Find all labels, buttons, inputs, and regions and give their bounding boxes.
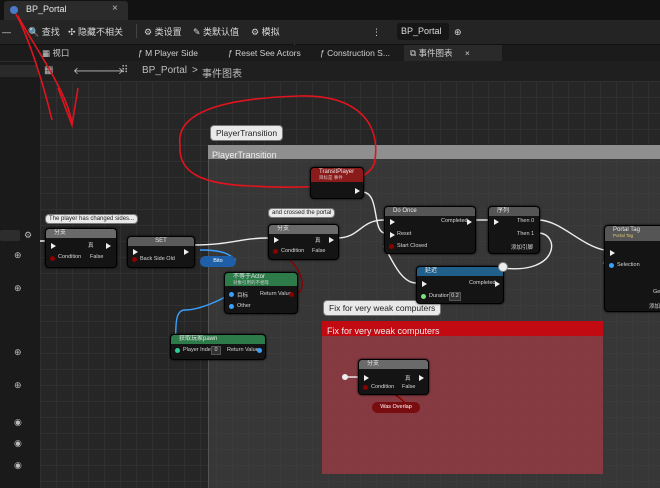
node-title: Do Once [385,207,475,216]
exec-in-pin[interactable] [133,249,138,255]
float-pin[interactable] [421,294,426,299]
pin-label: 真 [405,376,411,382]
node-title: SET [128,237,194,246]
add-pin-button[interactable]: 添加 [649,302,660,310]
node-comment-bubble[interactable]: and crossed the portal [268,208,336,218]
pin-label: False [402,384,416,390]
pin-label: False [312,248,326,254]
add-pin-button[interactable]: 添加引脚 [511,243,533,251]
pin-label: Ge [653,289,660,295]
node-title: 分支 [359,360,428,369]
int-pin[interactable] [175,348,180,353]
node-subtitle: 目标是 事件 [319,175,343,180]
object-pin[interactable] [257,348,262,353]
node-comment-bubble[interactable]: The player has changed sides... [45,214,139,224]
delay-node[interactable]: 延迟 Completed Duration 0.2 [416,266,504,304]
pin-label: Start Closed [397,243,428,249]
exec-in-pin[interactable] [51,243,56,249]
pin-label: Then 1 [517,231,535,237]
exec-in-pin[interactable] [274,237,279,243]
node-title: 获取玩家pawn [171,335,265,344]
reroute-node[interactable] [342,374,348,380]
branch-node[interactable]: 分支 真 Condition False [358,359,429,395]
sequence-node[interactable]: 序列 Then 0 Then 1 添加引脚 [488,206,540,254]
exec-out-pin[interactable] [495,281,500,287]
exec-in-pin[interactable] [494,219,499,225]
switch-on-tag-node[interactable]: Portal Tag Portal Tag Selection Ge 添加 [604,225,660,312]
pin-label: Return Value [260,291,292,297]
branch-node[interactable]: 分支 真 Condition False [45,228,117,268]
pin-label: Reset [397,231,412,237]
exec-out-pin[interactable] [355,188,360,194]
node-title: 不等于Actor 对象引用的不相等 [225,273,297,286]
pin-label: Duration [429,293,450,299]
node-title: TransitPlayer 目标是 事件 [311,168,363,182]
pin-label: Then 0 [517,218,535,224]
bool-pin[interactable] [50,256,55,261]
variable-get-node[interactable]: Was Overlap [372,402,420,413]
exec-out-pin[interactable] [419,375,424,381]
pin-label: 真 [315,238,321,244]
player-index-input[interactable]: 0 [211,346,221,355]
bool-pin[interactable] [132,257,137,262]
exec-in-pin[interactable] [422,281,427,287]
not-equal-node[interactable]: 不等于Actor 对象引用的不相等 目标 Return Value Other [224,272,298,314]
pin-label: Back Side Old [140,256,175,262]
pin-label: 真 [88,243,94,249]
object-pin[interactable] [229,292,234,297]
node-title: 序列 [489,207,539,216]
exec-in-pin[interactable] [390,232,395,238]
bool-pin[interactable] [363,385,368,390]
exec-out-pin[interactable] [184,249,189,255]
bool-pin[interactable] [289,292,294,297]
do-once-node[interactable]: Do Once Completed Reset Start Closed [384,206,476,254]
branch-node[interactable]: 分支 真 Condition False [268,224,339,260]
node-title: 分支 [46,229,116,238]
exec-in-pin[interactable] [610,250,615,256]
exec-out-pin[interactable] [106,243,111,249]
set-variable-node[interactable]: SET Back Side Old [127,236,195,268]
pin-label: Return Value [227,347,259,353]
node-title: 分支 [269,225,338,234]
tag-pin[interactable] [609,263,614,268]
custom-event-node[interactable]: TransitPlayer 目标是 事件 [310,167,364,199]
pin-label: Condition [281,248,305,254]
variable-get-node[interactable]: Bito [200,256,236,267]
pin-label: Selection [617,262,640,268]
get-player-pawn-node[interactable]: 获取玩家pawn Player Index 0 Return Value [170,334,266,360]
pin-label: False [90,254,104,260]
exec-in-pin[interactable] [364,375,369,381]
pin-label: Completed [469,280,496,286]
pin-label: Condition [58,254,82,260]
exec-in-pin[interactable] [390,219,395,225]
bool-pin[interactable] [273,249,278,254]
node-subtitle: 对象引用的不相等 [233,280,269,285]
pin-label: 目标 [237,293,249,299]
pin-label: Completed [441,218,468,224]
reroute-node[interactable] [498,262,508,272]
pin-label: Other [237,303,251,309]
pin-label: Condition [371,384,395,390]
node-title: 延迟 [417,267,503,276]
bool-pin[interactable] [389,244,394,249]
duration-input[interactable]: 0.2 [449,292,461,301]
object-pin[interactable] [229,304,234,309]
exec-out-pin[interactable] [329,237,334,243]
exec-out-pin[interactable] [467,219,472,225]
node-subtitle: Portal Tag [613,233,634,238]
pin-label: Player Index [183,347,214,353]
node-title: Portal Tag Portal Tag [605,226,660,241]
